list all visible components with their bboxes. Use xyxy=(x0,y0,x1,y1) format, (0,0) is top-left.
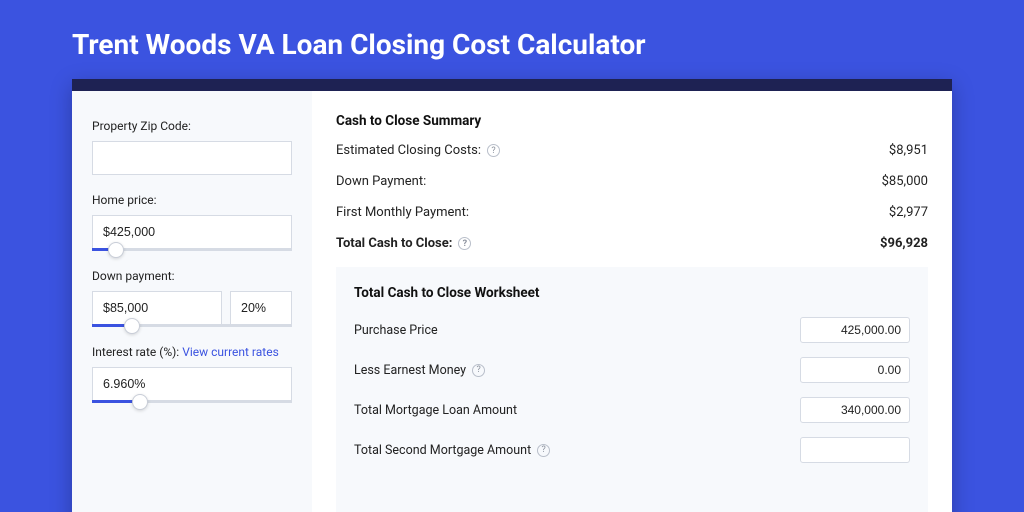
worksheet-row-label: Less Earnest Money? xyxy=(354,363,485,378)
home-price-slider-thumb[interactable] xyxy=(108,242,124,258)
home-price-label: Home price: xyxy=(92,193,292,207)
worksheet-title: Total Cash to Close Worksheet xyxy=(354,285,910,301)
down-payment-field-group: Down payment: xyxy=(92,269,292,327)
page-title: Trent Woods VA Loan Closing Cost Calcula… xyxy=(72,28,952,61)
summary-row-label: First Monthly Payment: xyxy=(336,205,469,220)
summary-row: Estimated Closing Costs:? $8,951 xyxy=(336,143,928,158)
down-payment-label: Down payment: xyxy=(92,269,292,283)
summary-row-label-text: Estimated Closing Costs: xyxy=(336,143,481,158)
worksheet-row: Total Second Mortgage Amount? xyxy=(354,437,910,463)
zip-field-group: Property Zip Code: xyxy=(92,119,292,175)
summary-row-label-text: Down Payment: xyxy=(336,174,426,189)
down-payment-slider-thumb[interactable] xyxy=(124,318,140,334)
summary-row-label: Down Payment: xyxy=(336,174,426,189)
help-icon[interactable]: ? xyxy=(487,144,500,157)
summary-row-value: $2,977 xyxy=(889,205,928,220)
worksheet-row-label-text: Total Second Mortgage Amount xyxy=(354,443,531,458)
interest-slider[interactable] xyxy=(92,400,292,403)
summary-row-value: $85,000 xyxy=(882,174,928,189)
home-price-field-group: Home price: xyxy=(92,193,292,251)
worksheet-row: Purchase Price xyxy=(354,317,910,343)
summary-total-label: Total Cash to Close: ? xyxy=(336,236,471,251)
inputs-sidebar: Property Zip Code: Home price: Down paym… xyxy=(72,91,312,512)
help-icon[interactable]: ? xyxy=(458,237,471,250)
down-payment-input[interactable] xyxy=(92,291,222,325)
summary-row-value: $8,951 xyxy=(889,143,928,158)
summary-total-value: $96,928 xyxy=(880,236,928,251)
interest-label: Interest rate (%): View current rates xyxy=(92,345,292,359)
worksheet-row-label-text: Purchase Price xyxy=(354,323,438,338)
worksheet-row: Total Mortgage Loan Amount xyxy=(354,397,910,423)
help-icon[interactable]: ? xyxy=(472,364,485,377)
interest-input[interactable] xyxy=(92,367,292,401)
summary-total-row: Total Cash to Close: ? $96,928 xyxy=(336,236,928,251)
worksheet-row-label: Purchase Price xyxy=(354,323,438,338)
worksheet-row-label: Total Second Mortgage Amount? xyxy=(354,443,550,458)
summary-row-label-text: First Monthly Payment: xyxy=(336,205,469,220)
down-payment-row xyxy=(92,291,292,325)
summary-title: Cash to Close Summary xyxy=(336,113,928,129)
worksheet-row-label-text: Total Mortgage Loan Amount xyxy=(354,403,517,418)
worksheet-value-input[interactable] xyxy=(800,357,910,383)
summary-total-label-text: Total Cash to Close: xyxy=(336,236,452,251)
summary-rows: Estimated Closing Costs:? $8,951 Down Paym… xyxy=(336,143,928,220)
worksheet-panel: Total Cash to Close Worksheet Purchase P… xyxy=(336,267,928,512)
worksheet-row-label-text: Less Earnest Money xyxy=(354,363,466,378)
interest-field-group: Interest rate (%): View current rates xyxy=(92,345,292,403)
worksheet-row: Less Earnest Money? xyxy=(354,357,910,383)
summary-row: First Monthly Payment: $2,977 xyxy=(336,205,928,220)
calculator-body: Property Zip Code: Home price: Down paym… xyxy=(72,91,952,512)
interest-label-text: Interest rate (%): xyxy=(92,345,179,359)
calculator-panel: Property Zip Code: Home price: Down paym… xyxy=(72,79,952,512)
zip-label: Property Zip Code: xyxy=(92,119,292,133)
home-price-slider[interactable] xyxy=(92,248,292,251)
worksheet-value-input[interactable] xyxy=(800,317,910,343)
view-rates-link[interactable]: View current rates xyxy=(182,345,279,359)
worksheet-value-input[interactable] xyxy=(800,397,910,423)
help-icon[interactable]: ? xyxy=(537,444,550,457)
results-area: Cash to Close Summary Estimated Closing … xyxy=(312,91,952,512)
summary-row: Down Payment: $85,000 xyxy=(336,174,928,189)
worksheet-row-label: Total Mortgage Loan Amount xyxy=(354,403,517,418)
summary-row-label: Estimated Closing Costs:? xyxy=(336,143,500,158)
interest-slider-thumb[interactable] xyxy=(132,394,148,410)
down-payment-percent-input[interactable] xyxy=(230,291,292,325)
down-payment-slider[interactable] xyxy=(92,324,292,327)
zip-input[interactable] xyxy=(92,141,292,175)
worksheet-value-input[interactable] xyxy=(800,437,910,463)
worksheet-rows: Purchase Price Less Earnest Money? Total M… xyxy=(354,317,910,463)
